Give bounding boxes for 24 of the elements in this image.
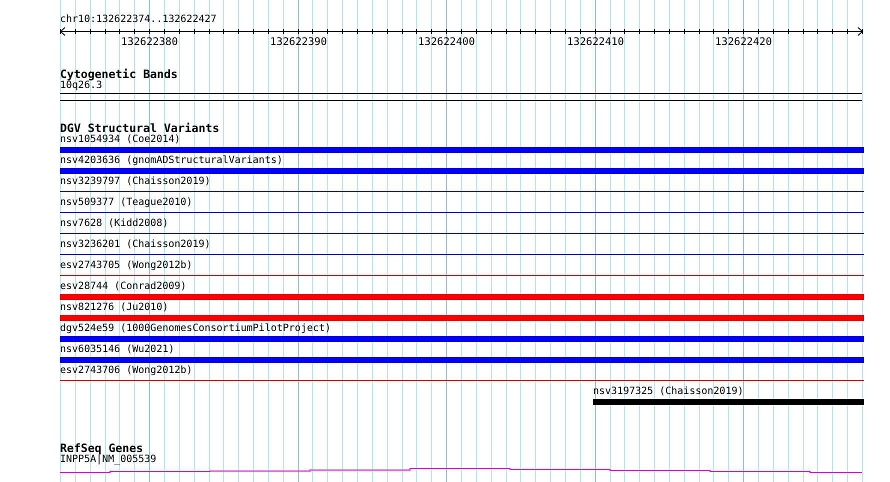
track-title: RefSeq Genes bbox=[60, 442, 144, 454]
variant-label: nsv3236201 (Chaisson2019) bbox=[60, 239, 211, 251]
variant-label: nsv6035146 (Wu2021) bbox=[60, 344, 174, 356]
track-title: Cytogenetic Bands bbox=[60, 68, 179, 80]
variant-label: nsv509377 (Teague2010) bbox=[60, 197, 192, 209]
variant-label: nsv1054934 (Coe2014) bbox=[60, 134, 180, 146]
variant-label: esv28744 (Conrad2009) bbox=[60, 281, 186, 293]
axis-label: 132622380 bbox=[121, 36, 178, 48]
axis-label: 132622390 bbox=[270, 36, 327, 48]
track-title: DGV Structural Variants bbox=[60, 122, 220, 134]
axis-label: 132622410 bbox=[567, 36, 624, 48]
gene-label: INPP5A|NM_005539 bbox=[60, 454, 158, 466]
variant-label: esv2743705 (Wong2012b) bbox=[60, 260, 192, 272]
variant-label: dgv524e59 (1000GenomesConsortiumPilotProject) bbox=[60, 323, 331, 335]
variant-label: nsv821276 (Ju2010) bbox=[60, 302, 168, 314]
variant-label: nsv7628 (Kidd2008) bbox=[60, 218, 168, 230]
axis-label: 132622420 bbox=[715, 36, 772, 48]
variant-label: esv2743706 (Wong2012b) bbox=[60, 365, 192, 377]
band-label: 10q26.3 bbox=[60, 80, 102, 92]
variant-label: nsv3197325 (Chaisson2019) bbox=[593, 386, 744, 398]
variant-label: nsv4203636 (gnomADStructuralVariants) bbox=[60, 155, 283, 167]
variant-label: nsv3239797 (Chaisson2019) bbox=[60, 176, 211, 188]
axis-label: 132622400 bbox=[418, 36, 475, 48]
coordinate-range: chr10:132622374..132622427 bbox=[60, 14, 218, 26]
